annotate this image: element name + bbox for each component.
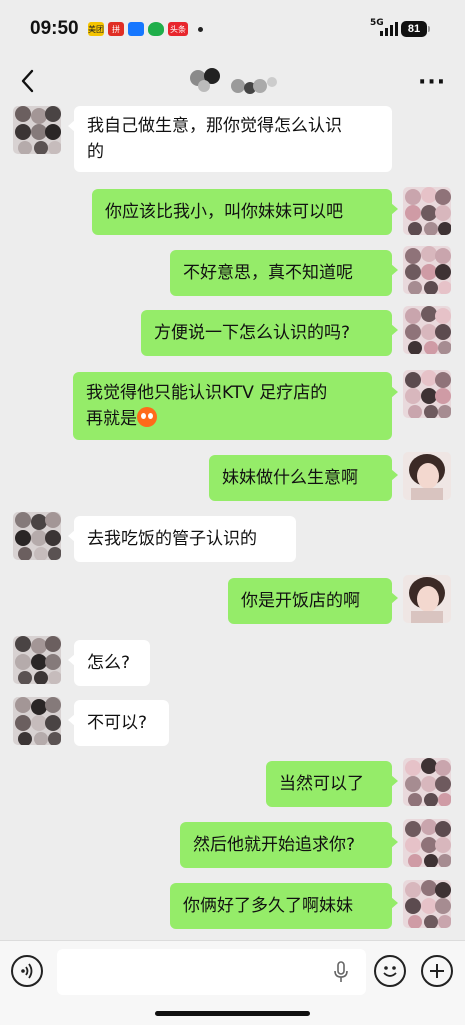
emoji-icon [383,966,397,977]
message-text: 妹妹做什么生意啊 [222,468,358,488]
message-text: 怎么? [87,653,131,673]
battery-icon: 81 [401,21,427,37]
shield-icon [148,22,164,36]
home-indicator[interactable] [155,1011,310,1016]
message-text: 不好意思，真不知道呢 [183,263,353,283]
message-text-line: 的 [87,142,104,162]
more-options-button[interactable]: ··· [418,70,446,95]
pinduoduo-icon: 拼 [108,22,124,36]
wallet-icon [128,22,144,36]
chevron-left-icon[interactable] [14,66,44,96]
outgoing-message-bubble[interactable]: 然后他就开始追求你? [180,822,398,868]
my-avatar[interactable] [403,246,451,294]
battery-tip [428,26,430,32]
meituan-icon: 美团 [88,22,104,36]
outgoing-message-bubble[interactable]: 我觉得他只能认识KTV 足疗店的 再就是 [73,372,398,440]
message-text: 你俩好了多久了啊妹妹 [183,896,353,916]
message-text: 再就是 [86,409,137,429]
outgoing-message-bubble[interactable]: 你是开饭店的啊 [228,578,398,624]
message-text-line: 我自己做生意，那你觉得怎么认识 [87,116,342,136]
contact-avatar[interactable] [13,697,61,745]
my-avatar[interactable] [403,452,451,500]
voice-icon [21,963,33,979]
incoming-message-bubble[interactable]: 去我吃饭的管子认识的 [68,516,296,562]
signal-icon [380,22,398,36]
outgoing-message-bubble[interactable]: 你俩好了多久了啊妹妹 [170,883,398,929]
message-text: 方便说一下怎么认识的吗? [154,323,351,343]
status-time: 09:50 [30,18,79,39]
more-functions-button[interactable] [421,955,453,987]
message-text: 不可以? [87,713,148,733]
message-text: 当然可以了 [279,774,364,794]
emoji-face-icon [137,407,157,427]
notification-dot-icon [198,26,203,32]
chat-input-bar [0,940,465,1025]
emoji-button[interactable] [374,955,406,987]
my-avatar[interactable] [403,306,451,354]
contact-avatar[interactable] [13,512,61,560]
contact-avatar[interactable] [13,106,61,154]
my-avatar[interactable] [403,575,451,623]
chat-header: ··· [0,58,465,106]
toutiao-icon: 头条 [168,22,188,36]
my-avatar[interactable] [403,758,451,806]
plus-icon [430,964,444,978]
outgoing-message-bubble[interactable]: 方便说一下怎么认识的吗? [141,310,398,356]
message-input[interactable] [57,949,366,995]
outgoing-message-bubble[interactable]: 当然可以了 [266,761,398,807]
message-text: 你是开饭店的啊 [241,591,360,611]
outgoing-message-bubble[interactable]: 不好意思，真不知道呢 [170,250,398,296]
message-text: 然后他就开始追求你? [193,835,356,855]
outgoing-message-bubble[interactable]: 妹妹做什么生意啊 [209,455,398,501]
status-bar: 09:50 美团 拼 头条 5G 81 [0,0,465,58]
message-text: 你应该比我小，叫你妹妹可以吧 [105,202,343,222]
my-avatar[interactable] [403,819,451,867]
incoming-message-bubble[interactable]: 怎么? [68,640,150,686]
contact-name-pixelated [190,68,277,94]
my-avatar[interactable] [403,880,451,928]
my-avatar[interactable] [403,187,451,235]
incoming-message-bubble[interactable]: 我自己做生意，那你觉得怎么认识 的 [68,106,392,172]
message-text-line: 我觉得他只能认识KTV 足疗店的 [86,383,328,403]
status-app-icons: 美团 拼 头条 [88,22,203,36]
incoming-message-bubble[interactable]: 不可以? [68,700,169,746]
message-text: 去我吃饭的管子认识的 [87,529,257,549]
voice-input-button[interactable] [11,955,43,987]
outgoing-message-bubble[interactable]: 你应该比我小，叫你妹妹可以吧 [92,189,398,235]
message-text-line-with-emoji: 再就是 [86,406,379,432]
contact-avatar[interactable] [13,636,61,684]
microphone-icon[interactable] [332,961,350,983]
my-avatar[interactable] [403,370,451,418]
